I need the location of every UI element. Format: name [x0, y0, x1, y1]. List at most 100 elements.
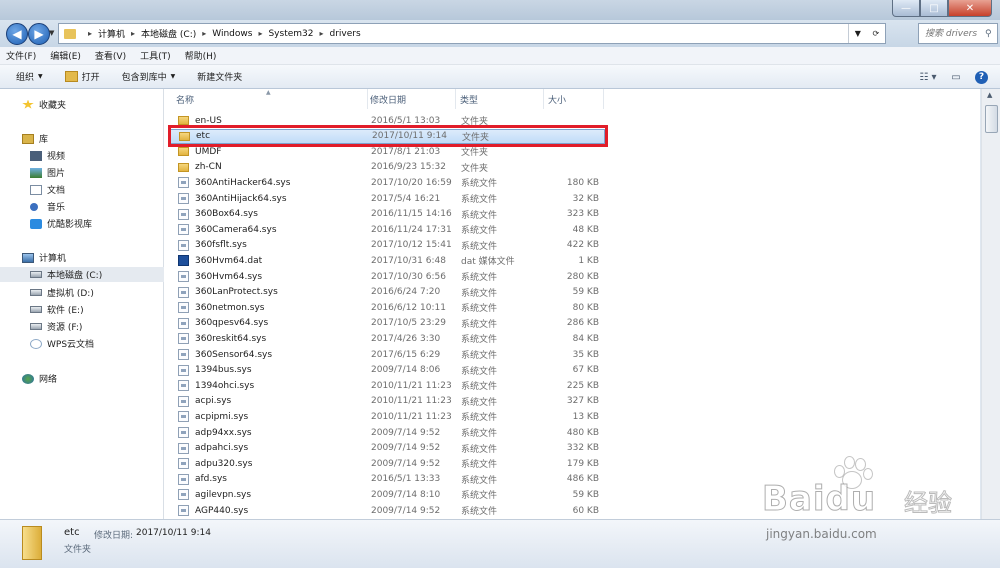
folder-icon [22, 526, 42, 560]
file-name: 360Hvm64.dat [195, 255, 263, 266]
file-row[interactable]: UMDF 2017/8/1 21:03 文件夹 [168, 144, 608, 159]
file-name-cell: 1394bus.sys [178, 364, 252, 376]
file-row[interactable]: 360AntiHijack64.sys 2017/5/4 16:21 系统文件 32 … [168, 191, 608, 206]
breadcrumb-item[interactable]: System32 [268, 29, 313, 39]
breadcrumb-item[interactable]: Windows [212, 29, 252, 39]
nav-label: 优酷影视库 [47, 220, 93, 230]
file-row[interactable]: afd.sys 2016/5/1 13:33 系统文件 486 KB [168, 472, 608, 487]
file-type: 系统文件 [461, 397, 498, 408]
file-name: UMDF [195, 146, 222, 157]
file-type: 系统文件 [461, 226, 498, 237]
file-row[interactable]: acpi.sys 2010/11/21 11:23 系统文件 327 KB [168, 394, 608, 409]
nav-libraries[interactable]: 库 [0, 131, 185, 146]
menu-item[interactable]: 文件(F) [6, 49, 36, 62]
open-button[interactable]: 打开 [64, 70, 100, 83]
minimize-button[interactable]: — [892, 0, 920, 17]
file-row[interactable]: adpu320.sys 2009/7/14 9:52 系统文件 179 KB [168, 456, 608, 471]
address-dropdown-icon[interactable]: ▼ [855, 29, 861, 38]
file-row[interactable]: 360Hvm64.sys 2017/10/30 6:56 系统文件 280 KB [168, 269, 608, 284]
breadcrumb-separator-icon[interactable]: ▸ [88, 29, 92, 38]
file-name-cell: etc [179, 131, 210, 141]
file-date: 2016/11/15 14:16 [371, 209, 452, 220]
system-file-icon [178, 286, 189, 298]
file-name-cell: 360fsflt.sys [178, 239, 247, 251]
column-header-name[interactable]: 名称 [172, 89, 368, 109]
breadcrumb-item[interactable]: drivers [330, 29, 361, 39]
file-row[interactable]: 360reskit64.sys 2017/4/26 3:30 系统文件 84 KB [168, 331, 608, 346]
file-name: 360qpesv64.sys [195, 318, 269, 329]
file-row[interactable]: zh-CN 2016/9/23 15:32 文件夹 [168, 160, 608, 175]
file-date: 2016/6/12 10:11 [371, 302, 446, 313]
scrollbar-thumb[interactable] [985, 105, 998, 133]
file-row[interactable]: 360netmon.sys 2016/6/12 10:11 系统文件 80 KB [168, 300, 608, 315]
details-type: 文件夹 [64, 545, 92, 555]
file-type: 文件夹 [461, 148, 489, 159]
refresh-icon[interactable]: ⟳ [873, 29, 880, 38]
file-name-cell: adpu320.sys [178, 458, 252, 470]
nav-network[interactable]: 网络 [0, 371, 185, 386]
column-header-type[interactable]: 类型 [456, 89, 544, 109]
file-date: 2009/7/14 9:52 [371, 458, 441, 469]
column-header-date[interactable]: 修改日期 [366, 89, 456, 109]
forward-button[interactable]: ▶ [28, 23, 50, 45]
file-row[interactable]: 360Camera64.sys 2016/11/24 17:31 系统文件 48 KB [168, 222, 608, 237]
close-button[interactable]: ✕ [948, 0, 992, 17]
file-name: 360AntiHacker64.sys [195, 177, 291, 188]
breadcrumb-separator-icon[interactable]: ▸ [202, 29, 206, 38]
nav-label: 计算机 [39, 254, 67, 264]
menu-item[interactable]: 帮助(H) [185, 49, 217, 62]
breadcrumb-separator-icon[interactable]: ▸ [319, 29, 323, 38]
organize-label: 组织 [16, 73, 35, 83]
library-icon [22, 133, 34, 144]
search-icon[interactable]: ⚲ [985, 29, 992, 39]
file-row[interactable]: en-US 2016/5/1 13:03 文件夹 [168, 113, 608, 128]
address-row: ◀ ▶ ▼ ▸ 计算机 ▸ 本地磁盘 (C:) ▸ Windows ▸ System32 ▸ dr… [0, 20, 1000, 47]
breadcrumb-separator-icon[interactable]: ▸ [131, 29, 135, 38]
file-name: 360Hvm64.sys [195, 271, 263, 282]
menu-item[interactable]: 编辑(E) [50, 49, 81, 62]
back-button[interactable]: ◀ [6, 23, 28, 45]
new-folder-button[interactable]: 新建文件夹 [197, 70, 242, 83]
search-input[interactable] [919, 27, 985, 40]
system-file-icon [178, 239, 189, 251]
menu-item[interactable]: 查看(V) [95, 49, 126, 62]
menu-item[interactable]: 工具(T) [140, 49, 171, 62]
file-row[interactable]: agilevpn.sys 2009/7/14 8:10 系统文件 59 KB [168, 487, 608, 502]
file-row[interactable]: 360AntiHacker64.sys 2017/10/20 16:59 系统文件 1… [168, 175, 608, 190]
nav-computer[interactable]: 计算机 [0, 250, 185, 265]
file-list: ▲ 名称 修改日期 类型 大小 en-US 2016/5/1 13:03 文件夹 et… [164, 89, 980, 519]
arrow-left-icon: ◀ [12, 27, 22, 41]
nav-label: 收藏夹 [39, 101, 67, 111]
file-row[interactable]: 360LanProtect.sys 2016/6/24 7:20 系统文件 59 KB [168, 285, 608, 300]
view-options-button[interactable]: ☷ ▾ [919, 69, 937, 85]
vertical-scrollbar[interactable]: ▲ [981, 89, 1000, 519]
computer-icon [22, 252, 34, 263]
scroll-up-icon[interactable]: ▲ [987, 91, 992, 99]
preview-pane-button[interactable]: ▭ [947, 69, 965, 85]
organize-button[interactable]: 组织 ▼ [16, 70, 43, 83]
maximize-button[interactable]: □ [920, 0, 948, 17]
breadcrumb-separator-icon[interactable]: ▸ [258, 29, 262, 38]
column-header-size[interactable]: 大小 [544, 89, 604, 109]
nav-favorites[interactable]: 收藏夹 [0, 97, 185, 112]
file-row[interactable]: 1394ohci.sys 2010/11/21 11:23 系统文件 225 KB [168, 378, 608, 393]
file-row[interactable]: 360Sensor64.sys 2017/6/15 6:29 系统文件 35 KB [168, 347, 608, 362]
help-button[interactable]: ? [975, 70, 988, 84]
system-file-icon [178, 349, 189, 360]
file-row[interactable]: adpahci.sys 2009/7/14 9:52 系统文件 332 KB [168, 441, 608, 456]
file-row-selected[interactable]: etc 2017/10/11 9:14 文件夹 [168, 128, 605, 144]
history-dropdown-icon[interactable]: ▼ [49, 29, 54, 37]
breadcrumb-item[interactable]: 本地磁盘 (C:) [141, 27, 196, 40]
file-row[interactable]: 360Hvm64.dat 2017/10/31 6:48 dat 媒体文件 1 KB [168, 253, 608, 268]
file-row[interactable]: 360fsflt.sys 2017/10/12 15:41 系统文件 422 KB [168, 238, 608, 253]
file-name-cell: UMDF [178, 147, 221, 157]
address-bar[interactable]: ▸ 计算机 ▸ 本地磁盘 (C:) ▸ Windows ▸ System32 ▸ drivers … [58, 23, 886, 44]
file-row[interactable]: 360Box64.sys 2016/11/15 14:16 系统文件 323 KB [168, 207, 608, 222]
file-row[interactable]: 360qpesv64.sys 2017/10/5 23:29 系统文件 286 KB [168, 316, 608, 331]
include-library-button[interactable]: 包含到库中 ▼ [122, 70, 176, 83]
file-row[interactable]: AGP440.sys 2009/7/14 9:52 系统文件 60 KB [168, 503, 608, 518]
file-row[interactable]: adp94xx.sys 2009/7/14 9:52 系统文件 480 KB [168, 425, 608, 440]
file-row[interactable]: 1394bus.sys 2009/7/14 8:06 系统文件 67 KB [168, 363, 608, 378]
breadcrumb-item[interactable]: 计算机 [98, 27, 125, 40]
file-row[interactable]: acpipmi.sys 2010/11/21 11:23 系统文件 13 KB [168, 409, 608, 424]
